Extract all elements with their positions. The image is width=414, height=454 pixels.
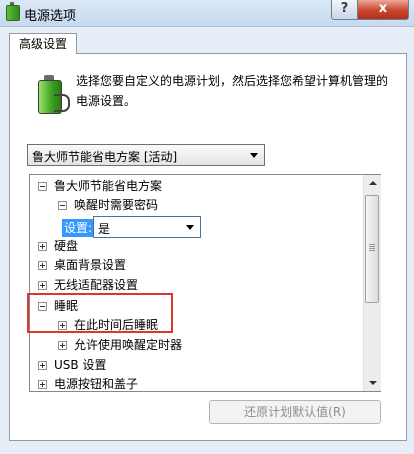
help-button[interactable]: ? [331,0,358,20]
description-text: 选择您要自定义的电源计划，然后选择您希望计算机管理的电源设置。 [76,74,389,108]
setting-value-dropdown[interactable]: 是 [93,216,201,238]
tree-item-label: 在此时间后睡眠 [74,318,159,332]
chevron-down-icon [186,225,194,230]
window-title: 电源选项 [24,9,77,24]
chevron-down-icon [250,153,258,158]
setting-value: 是 [98,222,111,236]
scroll-down-arrow-icon[interactable] [364,375,381,391]
tree-item-label: 允许使用唤醒定时器 [74,338,183,352]
collapse-icon[interactable] [38,182,47,191]
expand-icon[interactable] [58,321,67,330]
collapse-icon[interactable] [58,201,67,210]
power-plan-value: 鲁大师节能省电方案 [活动] [32,150,178,164]
tree-item-label: 硬盘 [54,239,79,253]
restore-defaults-button[interactable]: 还原计划默认值(R) [209,400,381,424]
power-plan-dropdown[interactable]: 鲁大师节能省电方案 [活动] [27,144,265,166]
tree-item-label: 唤醒时需要密码 [74,198,159,212]
close-button[interactable]: x [357,0,409,20]
power-plan-icon [30,72,70,116]
title-bar: 电源选项 ? x [0,0,414,27]
expand-icon[interactable] [38,261,47,270]
tree-item-label: 无线适配器设置 [54,278,139,292]
tree-item-label: 桌面背景设置 [54,258,127,272]
tree-item-label: USB 设置 [54,358,107,372]
tree-scrollbar[interactable] [363,175,381,391]
expand-icon[interactable] [58,341,67,350]
tree-item-label: 鲁大师节能省电方案 [54,179,163,193]
setting-label: 设置: [62,219,95,237]
scrollbar-thumb[interactable] [365,195,379,303]
expand-icon[interactable] [38,281,47,290]
tab-advanced-settings[interactable]: 高级设置 [9,33,77,54]
collapse-icon[interactable] [38,302,47,311]
tree-item-label: 睡眠 [54,299,79,313]
expand-icon[interactable] [38,242,47,251]
scroll-up-arrow-icon[interactable] [364,175,381,191]
battery-icon [6,2,20,21]
expand-icon[interactable] [38,361,47,370]
expand-icon[interactable] [38,380,47,389]
tree-item-label: 电源按钮和盖子 [54,377,139,391]
